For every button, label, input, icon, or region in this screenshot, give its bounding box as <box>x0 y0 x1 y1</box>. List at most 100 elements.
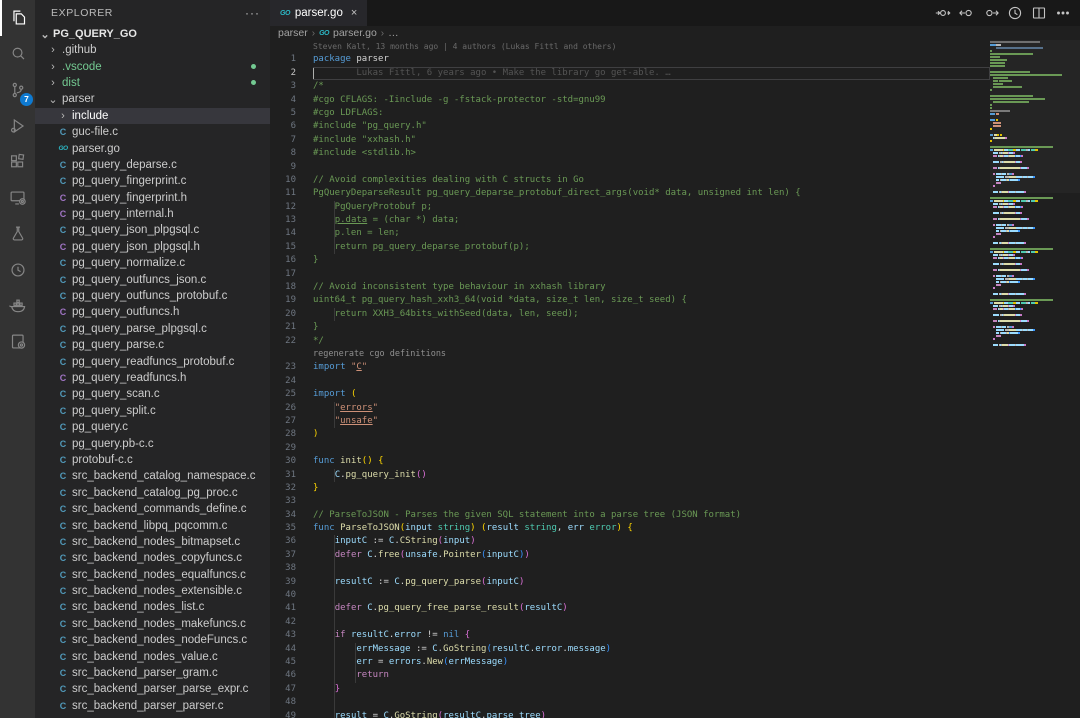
code-line[interactable]: 42 <box>270 616 990 629</box>
code-line[interactable]: 20 return XXH3_64bits_withSeed(data, len… <box>270 308 990 321</box>
explorer-icon[interactable] <box>0 0 35 36</box>
container-tools-icon[interactable] <box>0 324 35 360</box>
code-line[interactable]: 43 if resultC.error != nil { <box>270 629 990 642</box>
tree-item[interactable]: Csrc_backend_nodes_makefuncs.c <box>35 616 270 632</box>
tree-item[interactable]: Cpg_query_outfuncs_protobuf.c <box>35 288 270 304</box>
history-icon[interactable] <box>0 252 35 288</box>
code-line[interactable]: 29 <box>270 442 990 455</box>
code-line[interactable]: 14 p.len = len; <box>270 227 990 240</box>
code-line[interactable]: 33 <box>270 495 990 508</box>
tree-item[interactable]: Cpg_query_outfuncs_json.c <box>35 271 270 287</box>
tree-item[interactable]: GOparser.go <box>35 140 270 156</box>
tree-item[interactable]: Csrc_backend_nodes_equalfuncs.c <box>35 567 270 583</box>
tab-parser-go[interactable]: GO parser.go × <box>270 0 367 26</box>
code-line[interactable]: 47 } <box>270 683 990 696</box>
tree-item[interactable]: Csrc_backend_nodes_list.c <box>35 599 270 615</box>
code-line[interactable]: 15 return pg_query_deparse_protobuf(p); <box>270 241 990 254</box>
code-line[interactable]: 21} <box>270 321 990 334</box>
code-line[interactable]: 17 <box>270 268 990 281</box>
code-line[interactable]: 41 defer C.pg_query_free_parse_result(re… <box>270 602 990 615</box>
git-blame-row[interactable]: Steven Kalt, 13 months ago | 4 authors (… <box>270 40 990 53</box>
tree-item[interactable]: Cpg_query_split.c <box>35 403 270 419</box>
tree-item[interactable]: Csrc_backend_catalog_namespace.c <box>35 468 270 484</box>
tree-item[interactable]: Cpg_query.c <box>35 419 270 435</box>
code-line[interactable]: 44 errMessage := C.GoString(resultC.erro… <box>270 643 990 656</box>
code-area[interactable]: Steven Kalt, 13 months ago | 4 authors (… <box>270 40 990 718</box>
search-icon[interactable] <box>0 36 35 72</box>
tree-item[interactable]: Cpg_query_json_plpgsql.c <box>35 222 270 238</box>
code-line[interactable]: 2 Lukas Fittl, 6 years ago • Make the li… <box>270 67 990 80</box>
code-editor[interactable]: Steven Kalt, 13 months ago | 4 authors (… <box>270 40 1080 718</box>
code-line[interactable]: 49 result = C.GoString(resultC.parse_tre… <box>270 710 990 718</box>
tree-item[interactable]: Csrc_backend_nodes_bitmapset.c <box>35 534 270 550</box>
run-and-debug-icon[interactable] <box>0 108 35 144</box>
code-line[interactable]: 40 <box>270 589 990 602</box>
breadcrumb-item-symbol[interactable]: … <box>388 27 399 39</box>
code-line[interactable]: 37 defer C.free(unsafe.Pointer(inputC)) <box>270 549 990 562</box>
tree-item[interactable]: Cpg_query_readfuncs.h <box>35 370 270 386</box>
code-line[interactable]: 12 PgQueryProtobuf p; <box>270 201 990 214</box>
tree-item[interactable]: ⌄parser <box>35 91 270 107</box>
file-history-icon[interactable] <box>1006 4 1024 22</box>
tree-item[interactable]: Csrc_backend_libpq_pqcomm.c <box>35 517 270 533</box>
tree-item[interactable]: Csrc_backend_nodes_copyfuncs.c <box>35 550 270 566</box>
code-line[interactable]: 30func init() { <box>270 455 990 468</box>
tree-item[interactable]: Cpg_query_normalize.c <box>35 255 270 271</box>
tree-item[interactable]: Cpg_query_internal.h <box>35 206 270 222</box>
code-line[interactable]: 38 <box>270 562 990 575</box>
breadcrumb-item-parser[interactable]: parser <box>278 27 308 39</box>
tree-item[interactable]: Cpg_query_json_plpgsql.h <box>35 239 270 255</box>
testing-icon[interactable] <box>0 216 35 252</box>
tree-item[interactable]: Csrc_backend_parser_gram.c <box>35 665 270 681</box>
code-line[interactable]: 3/* <box>270 80 990 93</box>
code-line[interactable]: 16} <box>270 254 990 267</box>
tree-item[interactable]: Csrc_backend_nodes_value.c <box>35 648 270 664</box>
codelens-row[interactable]: regenerate cgo definitions <box>270 348 990 361</box>
tree-item[interactable]: Cpg_query_fingerprint.c <box>35 173 270 189</box>
code-line[interactable]: 24 <box>270 375 990 388</box>
tree-item[interactable]: Cpg_query.pb-c.c <box>35 435 270 451</box>
tree-item[interactable]: Cprotobuf-c.c <box>35 452 270 468</box>
breadcrumb-item-file[interactable]: parser.go <box>333 27 377 39</box>
code-line[interactable]: 46 return <box>270 669 990 682</box>
extensions-icon[interactable] <box>0 144 35 180</box>
close-icon[interactable]: × <box>351 7 357 19</box>
code-line[interactable]: 9 <box>270 161 990 174</box>
tree-item[interactable]: Cpg_query_parse.c <box>35 337 270 353</box>
tree-item[interactable]: Csrc_backend_parser_parse_expr.c <box>35 681 270 697</box>
minimap[interactable] <box>990 40 1080 718</box>
previous-change-icon[interactable] <box>958 4 976 22</box>
code-line[interactable]: 28) <box>270 428 990 441</box>
tree-item[interactable]: Cpg_query_parse_plpgsql.c <box>35 321 270 337</box>
code-line[interactable]: 39 resultC := C.pg_query_parse(inputC) <box>270 576 990 589</box>
code-line[interactable]: 23import "C" <box>270 361 990 374</box>
tree-item[interactable]: Csrc_backend_catalog_pg_proc.c <box>35 485 270 501</box>
tree-item[interactable]: ›include <box>35 108 270 124</box>
tree-item[interactable]: ›dist <box>35 75 270 91</box>
tree-item[interactable]: Csrc_backend_commands_define.c <box>35 501 270 517</box>
code-line[interactable]: 48 <box>270 696 990 709</box>
code-line[interactable]: 7#include "xxhash.h" <box>270 134 990 147</box>
tree-item[interactable]: ›.vscode <box>35 58 270 74</box>
code-line[interactable]: 6#include "pg_query.h" <box>270 120 990 133</box>
code-line[interactable]: 10// Avoid complexities dealing with C s… <box>270 174 990 187</box>
docker-icon[interactable] <box>0 288 35 324</box>
code-line[interactable]: 25import ( <box>270 388 990 401</box>
code-line[interactable]: 45 err = errors.New(errMessage) <box>270 656 990 669</box>
tree-root-folder[interactable]: ⌄ PG_QUERY_GO <box>35 26 270 42</box>
split-editor-icon[interactable] <box>1030 4 1048 22</box>
source-control-icon[interactable]: 7 <box>0 72 35 108</box>
code-line[interactable]: 4#cgo CFLAGS: -Iinclude -g -fstack-prote… <box>270 94 990 107</box>
remote-explorer-icon[interactable] <box>0 180 35 216</box>
code-line[interactable]: 35func ParseToJSON(input string) (result… <box>270 522 990 535</box>
code-line[interactable]: 8#include <stdlib.h> <box>270 147 990 160</box>
code-line[interactable]: 27 "unsafe" <box>270 415 990 428</box>
code-line[interactable]: 19uint64_t pg_query_hash_xxh3_64(void *d… <box>270 294 990 307</box>
tree-item[interactable]: Csrc_backend_parser_parser.c <box>35 698 270 714</box>
open-changes-icon[interactable] <box>934 4 952 22</box>
code-line[interactable]: 22*/ <box>270 335 990 348</box>
codelens-action[interactable]: regenerate cgo definitions <box>313 349 446 359</box>
tree-item[interactable]: ›.github <box>35 42 270 58</box>
sidebar-more-actions-icon[interactable]: ··· <box>245 6 260 20</box>
code-line[interactable]: 18// Avoid inconsistent type behaviour i… <box>270 281 990 294</box>
